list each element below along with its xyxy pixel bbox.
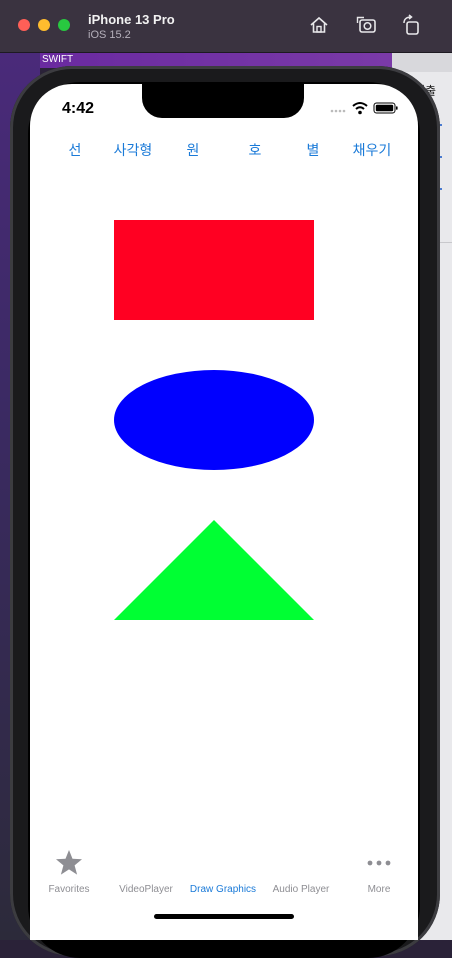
tab-label: Favorites [48, 884, 90, 895]
status-icons [330, 102, 398, 115]
status-time: 4:42 [62, 100, 95, 117]
minimize-window-button[interactable] [38, 19, 50, 31]
tab-videoplayer[interactable]: VideoPlayer [107, 844, 185, 900]
star-icon [56, 850, 82, 875]
desktop-toolbar-strip [392, 52, 452, 72]
star-button[interactable]: 별 [298, 140, 328, 160]
tab-draw-graphics[interactable]: Draw Graphics [184, 844, 262, 900]
zoom-window-button[interactable] [58, 19, 70, 31]
red-rectangle-shape [114, 220, 314, 320]
tab-more[interactable]: More [340, 844, 418, 900]
tab-audio-player[interactable]: Audio Player [262, 844, 340, 900]
circle-button[interactable]: 원 [178, 140, 208, 160]
battery-icon [373, 102, 398, 114]
wifi-icon [352, 102, 368, 115]
desktop-tag: SWIFT [42, 54, 74, 65]
tab-favorites[interactable]: Favorites [30, 844, 108, 900]
rectangle-button[interactable]: 사각형 [108, 140, 158, 160]
simulator-title-bar: iPhone 13 Pro iOS 15.2 [0, 0, 452, 53]
drawing-canvas [114, 220, 314, 620]
close-window-button[interactable] [18, 19, 30, 31]
app-screen: 4:42 선 사각형 원 호 별 채우기 Favorites VideoPlay… [30, 84, 418, 940]
tab-label: VideoPlayer [119, 884, 173, 895]
tab-bar: Favorites VideoPlayer Draw Graphics Audi… [30, 844, 418, 904]
rotate-icon[interactable] [400, 14, 422, 36]
blue-ellipse-shape [114, 370, 314, 470]
simulator-os-version: iOS 15.2 [88, 29, 131, 41]
screenshot-icon[interactable] [356, 14, 378, 36]
home-icon[interactable] [308, 14, 330, 36]
green-triangle-shape [114, 520, 314, 620]
tab-label: Audio Player [272, 884, 330, 895]
notch [142, 84, 304, 118]
home-indicator [154, 914, 294, 919]
line-button[interactable]: 선 [60, 140, 90, 160]
simulator-device-name: iPhone 13 Pro [88, 12, 175, 27]
more-icon [367, 860, 391, 866]
shape-toolbar: 선 사각형 원 호 별 채우기 [30, 140, 418, 164]
fill-button[interactable]: 채우기 [346, 140, 398, 160]
tab-label: More [367, 884, 391, 895]
signal-icon [330, 109, 346, 113]
arc-button[interactable]: 호 [240, 140, 270, 160]
tab-label: Draw Graphics [189, 884, 257, 895]
